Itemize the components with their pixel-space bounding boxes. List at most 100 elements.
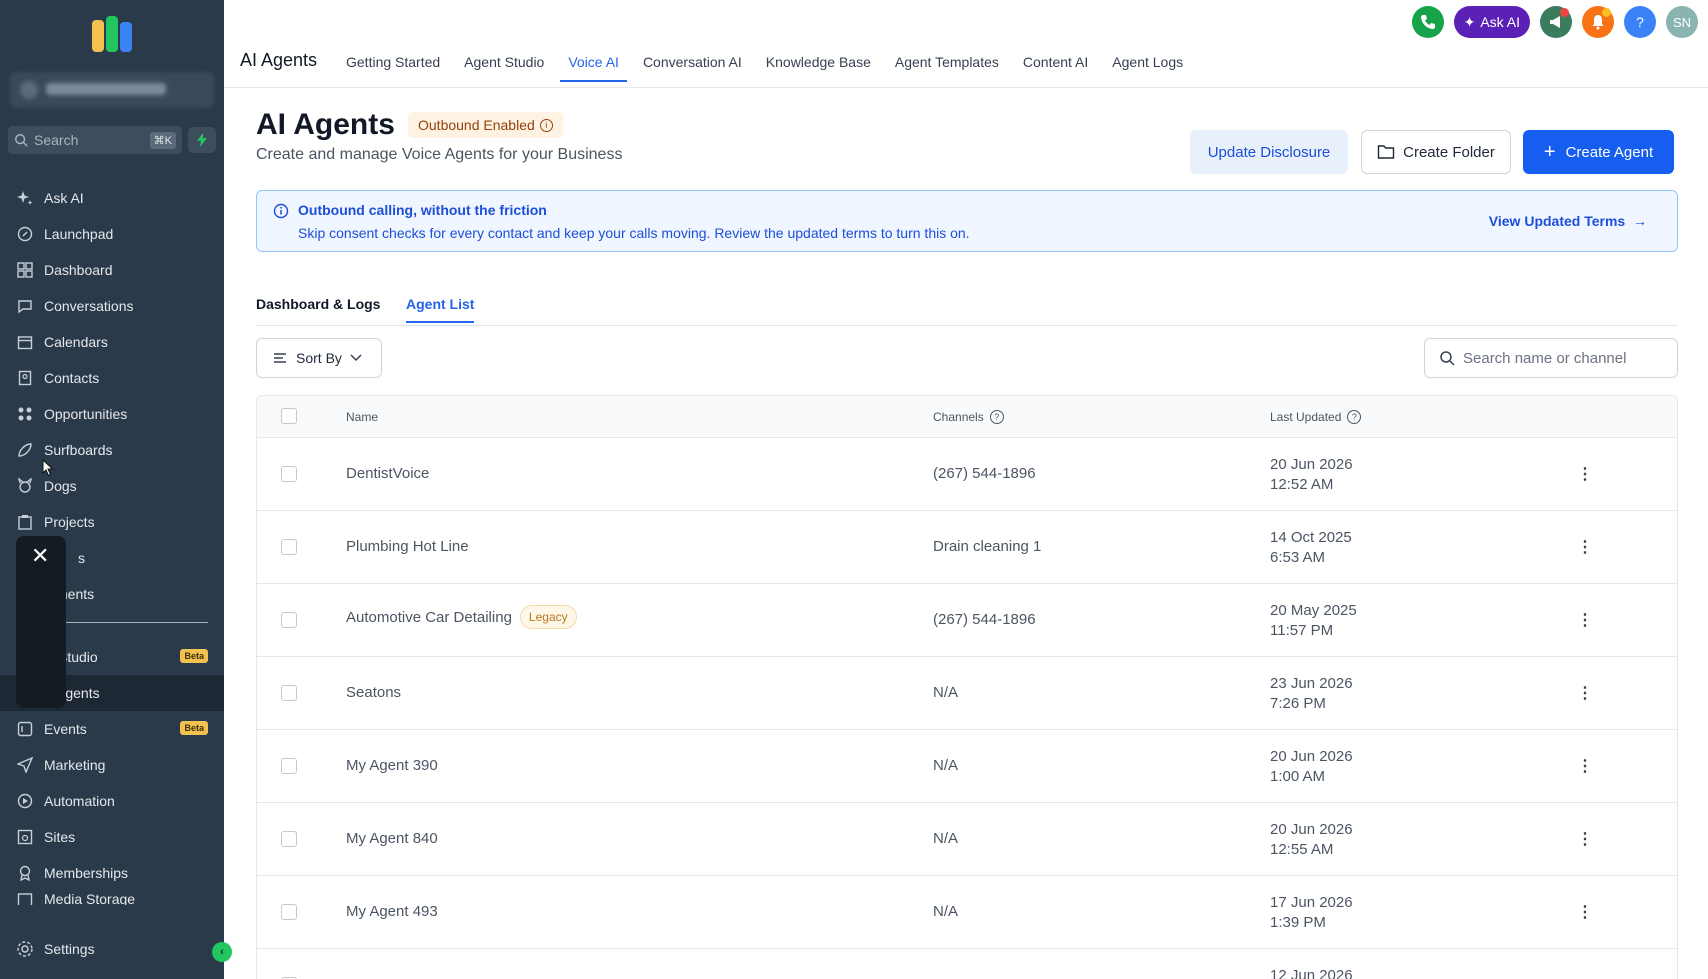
sidebar-item-contacts[interactable]: Contacts — [0, 360, 224, 396]
tab-agent-logs[interactable]: Agent Logs — [1112, 54, 1183, 82]
row-checkbox[interactable] — [281, 904, 297, 920]
table-row[interactable]: My Agent 840 N/A 20 Jun 2026 12:55 AM ⋮ — [257, 803, 1677, 876]
view-updated-terms-link[interactable]: View Updated Terms → — [1489, 213, 1647, 229]
select-all-checkbox[interactable] — [281, 408, 297, 424]
send-icon — [16, 756, 34, 774]
agent-name[interactable]: Automotive Car Detailing Legacy — [346, 605, 577, 629]
notification-dot — [1602, 8, 1611, 17]
tab-getting-started[interactable]: Getting Started — [346, 54, 440, 82]
table-row[interactable]: 12 Jun 2026 — [257, 949, 1677, 979]
tab-dashboard-logs[interactable]: Dashboard & Logs — [256, 296, 380, 321]
agent-name[interactable]: My Agent 390 — [346, 757, 438, 774]
table-row[interactable]: My Agent 390 N/A 20 Jun 2026 1:00 AM ⋮ — [257, 730, 1677, 803]
agent-name[interactable]: My Agent 840 — [346, 830, 438, 847]
sidebar-item-projects[interactable]: Projects — [0, 504, 224, 540]
agent-name[interactable]: My Agent 493 — [346, 903, 438, 920]
last-updated-time: 12:52 AM — [1270, 476, 1334, 493]
sidebar-item-opportunities[interactable]: Opportunities — [0, 396, 224, 432]
table-row[interactable]: DentistVoice (267) 544-1896 20 Jun 2026 1… — [257, 438, 1677, 511]
last-updated-date: 23 Jun 2026 — [1270, 675, 1353, 692]
collapse-sidebar-button[interactable]: ‹ — [212, 942, 232, 962]
row-more-menu-icon[interactable]: ⋮ — [1575, 464, 1595, 484]
create-folder-button[interactable]: Create Folder — [1361, 130, 1511, 174]
row-checkbox[interactable] — [281, 831, 297, 847]
row-checkbox[interactable] — [281, 612, 297, 628]
search-input[interactable] — [1463, 349, 1663, 367]
update-disclosure-label: Update Disclosure — [1207, 143, 1331, 161]
funnel-icon — [16, 405, 34, 423]
tab-knowledge-base[interactable]: Knowledge Base — [766, 54, 871, 82]
sidebar-item-calendars[interactable]: Calendars — [0, 324, 224, 360]
sidebar-search[interactable]: Search ⌘K — [8, 126, 182, 154]
row-checkbox[interactable] — [281, 539, 297, 555]
table-row[interactable]: Seatons N/A 23 Jun 2026 7:26 PM ⋮ — [257, 657, 1677, 730]
row-more-menu-icon[interactable]: ⋮ — [1575, 683, 1595, 703]
row-more-menu-icon[interactable]: ⋮ — [1575, 610, 1595, 630]
page-title: AI Agents — [256, 108, 395, 141]
last-updated: 20 Jun 2026 1:00 AM — [1270, 747, 1353, 787]
media-icon — [16, 891, 34, 905]
sidebar-item-dashboard[interactable]: Dashboard — [0, 252, 224, 288]
sidebar-item-surfboards[interactable]: Surfboards — [0, 432, 224, 468]
notifications-button[interactable] — [1582, 6, 1614, 38]
surfboard-icon — [16, 441, 34, 459]
column-header-name[interactable]: Name — [346, 410, 378, 424]
agent-search-box[interactable] — [1424, 338, 1678, 378]
tab-conversation-ai[interactable]: Conversation AI — [643, 54, 742, 82]
last-updated: 20 May 2025 11:57 PM — [1270, 601, 1357, 641]
create-agent-button[interactable]: + Create Agent — [1523, 130, 1674, 174]
row-checkbox[interactable] — [281, 685, 297, 701]
agent-name[interactable]: Plumbing Hot Line — [346, 538, 469, 555]
avatar[interactable]: SN — [1666, 6, 1698, 38]
column-header-channels[interactable]: Channels? — [933, 410, 1004, 424]
row-checkbox[interactable] — [281, 466, 297, 482]
sidebar-item-automation[interactable]: Automation — [0, 783, 224, 819]
sort-by-dropdown[interactable]: Sort By — [256, 338, 382, 378]
agent-name[interactable]: Seatons — [346, 684, 401, 701]
agent-name[interactable]: DentistVoice — [346, 465, 429, 482]
beta-badge: Beta — [180, 649, 208, 663]
agent-name-text: Seatons — [346, 684, 402, 701]
ask-ai-button[interactable]: ✦ Ask AI — [1453, 6, 1530, 38]
chevron-down-icon — [350, 354, 362, 362]
info-icon[interactable]: i — [539, 118, 553, 132]
sidebar-item-marketing[interactable]: Marketing — [0, 747, 224, 783]
close-icon[interactable]: ✕ — [31, 545, 49, 567]
column-header-last-updated[interactable]: Last Updated? — [1270, 410, 1362, 424]
sidebar-item-sites[interactable]: Sites — [0, 819, 224, 855]
sidebar-item-events[interactable]: Events Beta — [0, 711, 224, 747]
sidebar-item-conversations[interactable]: Conversations — [0, 288, 224, 324]
table-header: Name Channels? Last Updated? — [257, 396, 1677, 438]
row-more-menu-icon[interactable]: ⋮ — [1575, 902, 1595, 922]
tab-content-ai[interactable]: Content AI — [1023, 54, 1088, 82]
sidebar-item-dogs[interactable]: Dogs — [0, 468, 224, 504]
table-row[interactable]: My Agent 493 N/A 17 Jun 2026 1:39 PM ⋮ — [257, 876, 1677, 949]
last-updated: 20 Jun 2026 12:52 AM — [1270, 455, 1353, 495]
tab-agent-templates[interactable]: Agent Templates — [895, 54, 999, 82]
table-row[interactable]: Plumbing Hot Line Drain cleaning 1 14 Oc… — [257, 511, 1677, 584]
table-row[interactable]: Automotive Car Detailing Legacy (267) 544… — [257, 584, 1677, 657]
row-checkbox[interactable] — [281, 758, 297, 774]
sidebar-item-settings[interactable]: Settings — [16, 940, 95, 958]
tab-voice-ai[interactable]: Voice AI — [560, 54, 627, 82]
announcements-button[interactable] — [1540, 6, 1572, 38]
sidebar-item-label: Launchpad — [44, 226, 114, 242]
row-more-menu-icon[interactable]: ⋮ — [1575, 829, 1595, 849]
sidebar-item-media-storage[interactable]: Media Storage — [0, 891, 224, 905]
tab-agent-studio[interactable]: Agent Studio — [464, 54, 544, 82]
sidebar-item-memberships[interactable]: Memberships — [0, 855, 224, 891]
sidebar-item-launchpad[interactable]: Launchpad — [0, 216, 224, 252]
phone-button[interactable] — [1411, 6, 1444, 38]
tab-agent-list[interactable]: Agent List — [406, 296, 475, 323]
quick-action-button[interactable] — [188, 127, 216, 153]
help-circle-icon[interactable]: ? — [1347, 410, 1362, 424]
help-circle-icon[interactable]: ? — [989, 410, 1004, 424]
help-button[interactable]: ? — [1624, 6, 1656, 38]
sidebar-item-ask-ai[interactable]: Ask AI — [0, 180, 224, 216]
update-disclosure-button[interactable]: Update Disclosure — [1190, 130, 1348, 174]
clipboard-icon — [16, 513, 34, 531]
row-more-menu-icon[interactable]: ⋮ — [1575, 537, 1595, 557]
row-more-menu-icon[interactable]: ⋮ — [1575, 756, 1595, 776]
account-switcher[interactable] — [10, 72, 214, 108]
sidebar-item-label: Marketing — [44, 757, 106, 773]
